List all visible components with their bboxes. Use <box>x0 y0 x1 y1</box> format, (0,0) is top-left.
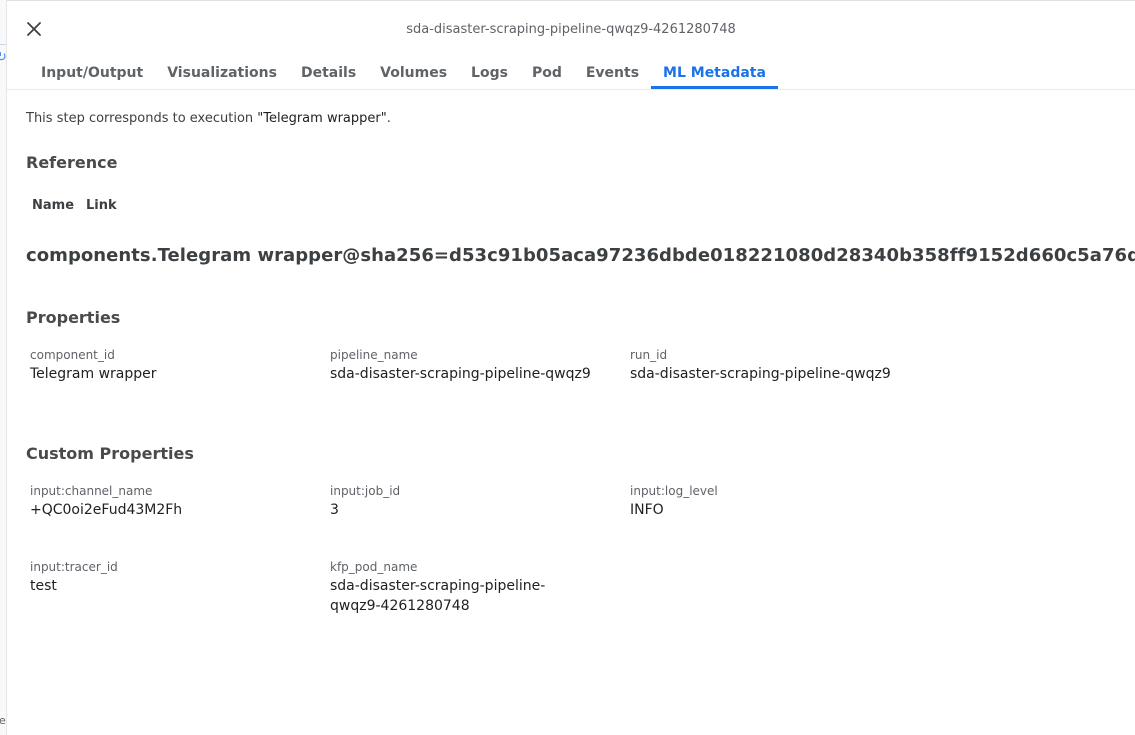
properties-heading: Properties <box>26 308 121 327</box>
custom-property-log-level: input:log_level INFO <box>630 484 910 520</box>
tab-logs[interactable]: Logs <box>459 57 520 89</box>
background-page-edge: ↻ e <box>0 0 7 735</box>
custom-property-job-id: input:job_id 3 <box>330 484 610 520</box>
panel-title: sda-disaster-scraping-pipeline-qwqz9-426… <box>406 22 736 37</box>
custom-property-tracer-id: input:tracer_id test <box>30 560 310 596</box>
execution-name: "Telegram wrapper" <box>257 111 387 126</box>
tab-input-output[interactable]: Input/Output <box>29 57 155 89</box>
property-label: input:log_level <box>630 484 718 498</box>
property-label: component_id <box>30 348 115 362</box>
tab-visualizations[interactable]: Visualizations <box>155 57 289 89</box>
ml-metadata-content: This step corresponds to execution "Tele… <box>26 111 1135 614</box>
property-pipeline-name: pipeline_name sda-disaster-scraping-pipe… <box>330 348 610 384</box>
property-value: Telegram wrapper <box>30 366 157 382</box>
property-label: input:tracer_id <box>30 560 118 574</box>
execution-note-prefix: This step corresponds to execution <box>26 111 258 126</box>
tab-bar: Input/Output Visualizations Details Volu… <box>29 57 778 89</box>
tab-events[interactable]: Events <box>574 57 651 89</box>
background-text-fragment: e <box>0 714 6 727</box>
property-value: sda-disaster-scraping-pipeline-qwqz9-426… <box>330 578 546 614</box>
reference-column-name: Name <box>32 198 75 213</box>
property-label: input:channel_name <box>30 484 153 498</box>
property-value: 3 <box>330 502 339 518</box>
side-panel: sda-disaster-scraping-pipeline-qwqz9-426… <box>7 0 1135 735</box>
property-label: run_id <box>630 348 668 362</box>
execution-note-suffix: . <box>386 111 391 126</box>
property-value: +QC0oi2eFud43M2Fh <box>30 502 183 518</box>
reference-heading: Reference <box>26 153 118 172</box>
background-refresh-icon: ↻ <box>0 50 7 65</box>
custom-properties-heading: Custom Properties <box>26 444 194 463</box>
background-divider <box>0 44 6 45</box>
property-label: kfp_pod_name <box>330 560 418 574</box>
property-component-id: component_id Telegram wrapper <box>30 348 310 384</box>
page: ↻ e sda-disaster-scraping-pipeline-qwqz9… <box>0 0 1135 735</box>
tab-bar-divider <box>7 89 1135 90</box>
reference-value: components.Telegram wrapper@sha256=d53c9… <box>26 245 1135 266</box>
tab-volumes[interactable]: Volumes <box>368 57 459 89</box>
property-value: sda-disaster-scraping-pipeline-qwqz9 <box>330 366 591 382</box>
property-label: pipeline_name <box>330 348 418 362</box>
tab-ml-metadata[interactable]: ML Metadata <box>651 57 778 89</box>
custom-property-channel-name: input:channel_name +QC0oi2eFud43M2Fh <box>30 484 310 520</box>
property-value: INFO <box>630 502 664 518</box>
property-run-id: run_id sda-disaster-scraping-pipeline-qw… <box>630 348 910 384</box>
property-label: input:job_id <box>330 484 401 498</box>
tab-pod[interactable]: Pod <box>520 57 574 89</box>
custom-property-kfp-pod-name: kfp_pod_name sda-disaster-scraping-pipel… <box>330 560 560 616</box>
reference-column-link: Link <box>86 198 117 213</box>
execution-note: This step corresponds to execution "Tele… <box>26 111 1115 126</box>
property-value: test <box>30 578 57 594</box>
reference-table-header: Name Link <box>32 198 117 213</box>
tab-details[interactable]: Details <box>289 57 368 89</box>
property-value: sda-disaster-scraping-pipeline-qwqz9 <box>630 366 891 382</box>
